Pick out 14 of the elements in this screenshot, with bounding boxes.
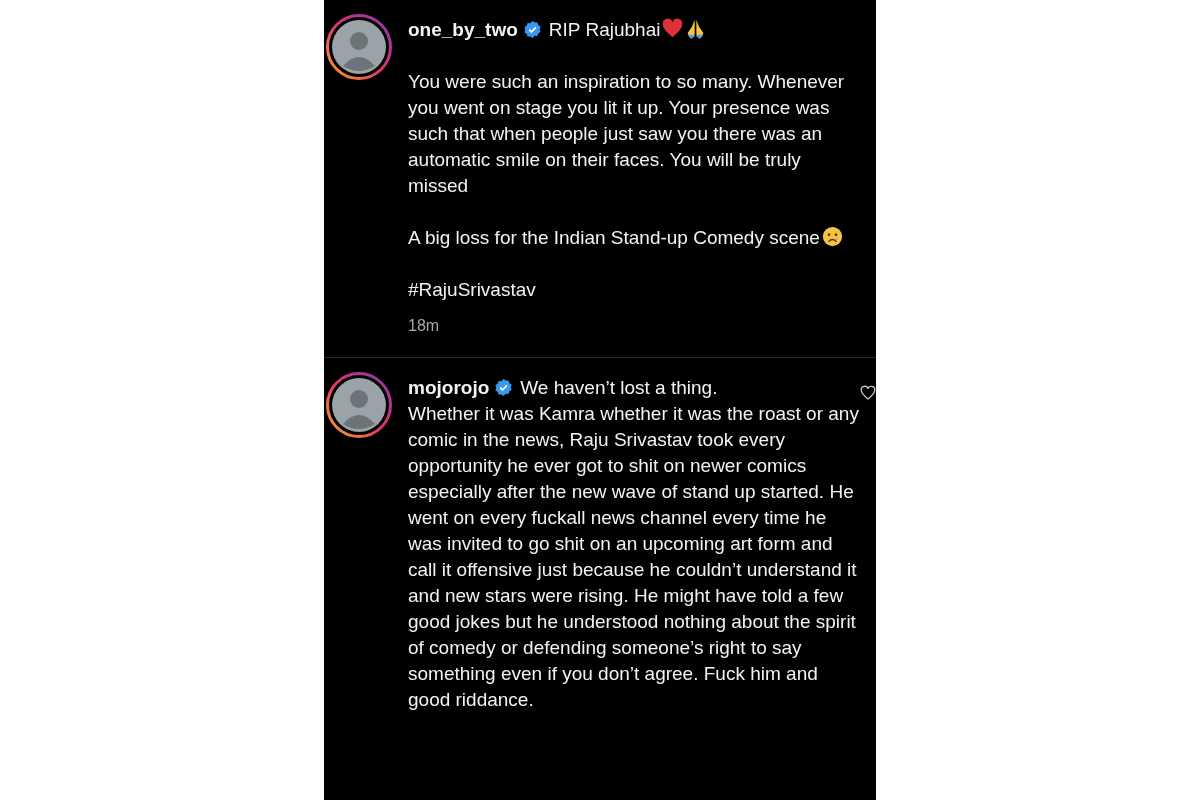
comment-text: You were such an inspiration to so many. Whenever you went on stage you lit it up. Your presence was such that when people just saw you there was an automatic smile on their faces. You will be truly missed <box>408 71 845 196</box>
comment-text: #RajuSrivastav <box>408 279 536 300</box>
comment-time: 18m <box>408 316 441 336</box>
comment-text: We haven’t lost a thing. <box>520 377 718 398</box>
username[interactable]: one_by_two <box>408 19 518 40</box>
heart-icon <box>662 18 684 39</box>
heart-outline-icon[interactable] <box>860 385 876 401</box>
avatar-icon[interactable] <box>326 14 392 80</box>
comment-text: A big loss for the Indian Stand-up Comedy scene <box>408 227 820 248</box>
comment-text: RIP Rajubhai <box>548 19 661 40</box>
comment-text: Whether it was Kamra whether it was the roast or any comic in the news, Raju Srivastav took every opportunity he ever got to shit on newer comics especially after the new wave of stand up started. He went on every fuckall news channel every time he was invited to go shit on an upcoming art form and call it offensive just because he couldn’t understand it and new stars were rising. He might have told a few good jokes but he understood nothing about the spirit of comedy or defending someone’s right to say something even if you don’t agree. Fuck him and good riddance. <box>408 403 859 710</box>
avatar-icon[interactable] <box>326 372 392 438</box>
sad-face-icon <box>821 226 843 247</box>
username[interactable]: mojorojo <box>408 377 490 398</box>
